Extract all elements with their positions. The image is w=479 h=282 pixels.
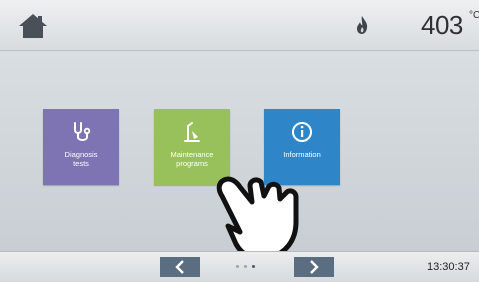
information-label: Information xyxy=(283,150,321,159)
chevron-right-icon xyxy=(310,260,319,274)
home-button[interactable] xyxy=(16,11,50,41)
page-dot xyxy=(236,265,239,268)
flame-icon xyxy=(357,16,368,34)
maintenance-programs-label: Maintenance programs xyxy=(170,150,214,168)
maintenance-icon xyxy=(184,122,200,142)
main-area: Diagnosis tests Maintenance programs Inf… xyxy=(0,51,479,262)
info-icon xyxy=(292,122,312,142)
chevron-left-icon xyxy=(175,260,184,274)
diagnosis-tests-tile[interactable]: Diagnosis tests xyxy=(43,109,119,185)
temperature-value: 403 xyxy=(421,10,463,40)
diagnosis-tests-label: Diagnosis tests xyxy=(64,150,98,168)
previous-page-button[interactable] xyxy=(160,257,200,277)
page-dot-active xyxy=(252,265,255,268)
page-indicator xyxy=(236,265,255,268)
temperature-unit: °C xyxy=(469,10,479,21)
clock-time: 13:30:37 xyxy=(427,261,470,273)
top-bar: 403 °C xyxy=(0,0,479,51)
information-tile[interactable]: Information xyxy=(264,109,340,185)
stethoscope-icon xyxy=(74,122,91,141)
maintenance-programs-tile[interactable]: Maintenance programs xyxy=(154,109,230,185)
page-dot xyxy=(244,265,247,268)
home-icon xyxy=(19,14,47,38)
bottom-bar: 13:30:37 xyxy=(0,251,479,282)
next-page-button[interactable] xyxy=(294,257,334,277)
